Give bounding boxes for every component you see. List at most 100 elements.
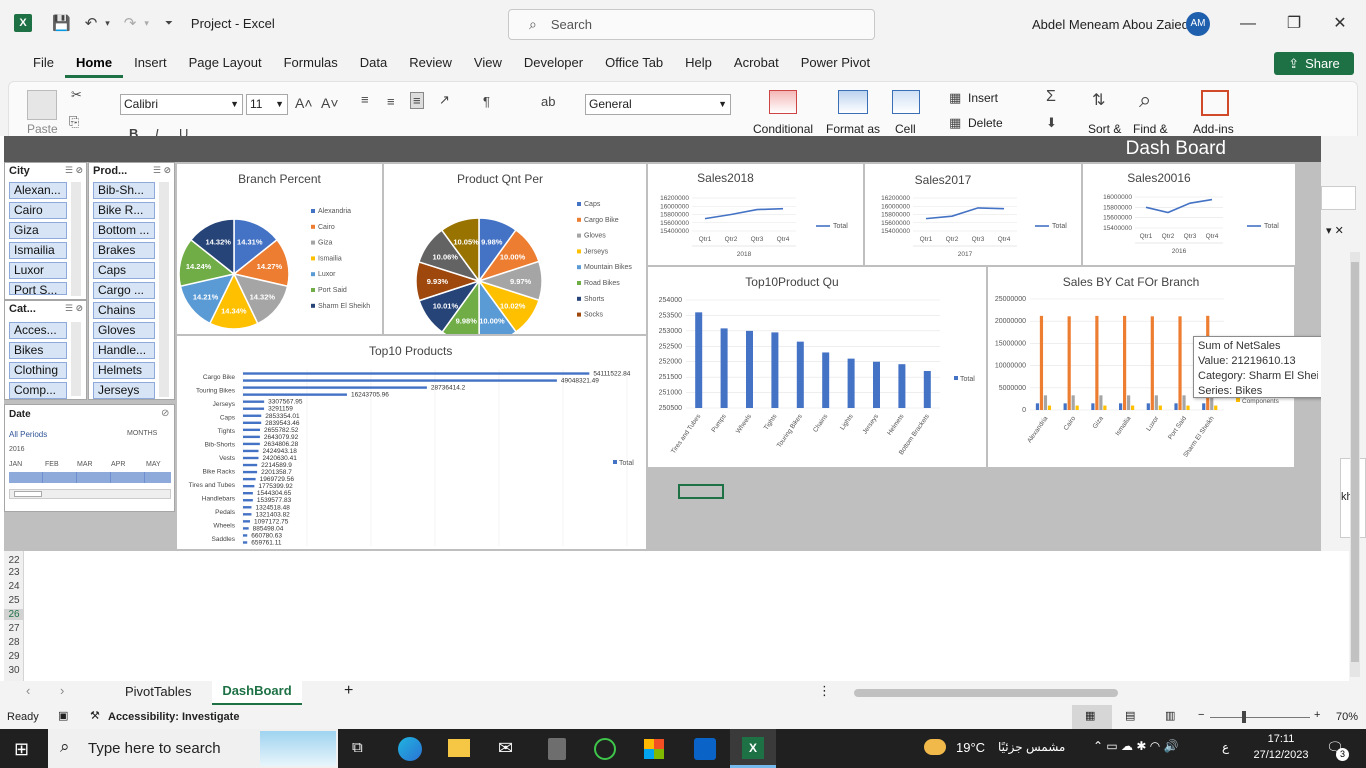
slicer-item-handlebars[interactable]: Handle...: [93, 342, 155, 359]
zoom-in-icon[interactable]: +: [1314, 709, 1320, 721]
tab-developer[interactable]: Developer: [513, 48, 594, 78]
taskbar-time[interactable]: 17:11: [1250, 733, 1312, 745]
slicer-item-accessories[interactable]: Acces...: [9, 322, 67, 339]
outlook-icon[interactable]: [694, 738, 716, 760]
paste-label[interactable]: Paste: [27, 122, 58, 136]
autosum-icon[interactable]: Σ: [1046, 88, 1056, 106]
sales2016-panel[interactable]: Sales20016 16000000 15800000 15600000 15400…: [1083, 164, 1295, 265]
font-name-combo[interactable]: Calibri ▼: [120, 94, 243, 115]
date-timeline[interactable]: Date ⊘ All Periods MONTHS 2016 JAN FEB M…: [4, 404, 175, 512]
whatsapp-icon[interactable]: [594, 738, 616, 760]
tab-splitter-icon[interactable]: ⋮: [818, 683, 831, 699]
customize-qat-icon[interactable]: ⏷: [165, 18, 173, 29]
accessibility-icon[interactable]: ⚒: [90, 709, 100, 722]
branch-percent-panel[interactable]: Branch Percent 14.31% 14.27% 14.32% 14.34% 1…: [177, 164, 382, 334]
excel-taskbar-button[interactable]: X: [730, 729, 776, 768]
addins-icon[interactable]: [1201, 90, 1229, 116]
save-icon[interactable]: 💾: [52, 14, 71, 32]
align-middle-icon[interactable]: ≡: [387, 94, 395, 109]
pane-controls[interactable]: ▾ ✕: [1326, 224, 1366, 242]
task-view-icon[interactable]: ⧉: [352, 739, 363, 756]
row-header[interactable]: 22: [4, 555, 24, 566]
worksheet-grid[interactable]: 22 23 24 25 26 27 28 29 30: [4, 551, 1349, 681]
sort-filter-icon[interactable]: ⇅: [1092, 90, 1105, 110]
tab-help[interactable]: Help: [674, 48, 723, 78]
slicer-item-bike-racks[interactable]: Bike R...: [93, 202, 155, 219]
zoom-slider[interactable]: [1210, 717, 1310, 718]
zoom-out-icon[interactable]: −: [1198, 709, 1204, 721]
sales2018-line-chart[interactable]: 1620000016000000 158000001560000015400000…: [648, 164, 863, 265]
format-as-table-label[interactable]: Format as: [826, 122, 880, 136]
sheet-tab-dashboard[interactable]: DashBoard: [212, 681, 302, 705]
share-button[interactable]: ⇪ Share: [1274, 52, 1354, 75]
horizontal-scrollbar[interactable]: [842, 687, 1342, 699]
timeline-scroll-thumb[interactable]: [14, 491, 42, 497]
row-header[interactable]: 25: [4, 595, 24, 606]
slicer-item-caps[interactable]: Caps: [93, 262, 155, 279]
redo-dropdown-icon[interactable]: ▾: [144, 18, 149, 29]
clear-filter-icon[interactable]: ☰ ⊘: [65, 303, 83, 314]
slicer-item-bikes[interactable]: Bikes: [9, 342, 67, 359]
conditional-format-icon[interactable]: [769, 90, 797, 114]
tab-power-pivot[interactable]: Power Pivot: [790, 48, 881, 78]
delete-cells-icon[interactable]: ▦: [949, 115, 961, 131]
category-slicer[interactable]: Cat... ☰ ⊘ Acces... Bikes Clothing Comp..…: [4, 300, 87, 400]
timeline-level[interactable]: MONTHS: [127, 430, 157, 437]
row-header[interactable]: 26: [4, 609, 24, 620]
slicer-item-gloves[interactable]: Gloves: [93, 322, 155, 339]
tab-formulas[interactable]: Formulas: [273, 48, 349, 78]
file-explorer-icon[interactable]: [448, 739, 470, 757]
input-language[interactable]: ع: [1222, 740, 1229, 754]
font-size-combo[interactable]: 11 ▼: [246, 94, 288, 115]
search-box[interactable]: ⌕ Search: [508, 9, 875, 40]
row-header[interactable]: 27: [4, 623, 24, 634]
row-header[interactable]: 28: [4, 637, 24, 648]
horizontal-scroll-thumb[interactable]: [854, 689, 1118, 697]
zoom-thumb[interactable]: [1242, 711, 1246, 723]
cell-styles-label[interactable]: Cell: [895, 122, 916, 136]
wrap-text-icon[interactable]: ab: [541, 94, 555, 109]
redo-icon[interactable]: ↷: [124, 14, 137, 32]
timeline-bar[interactable]: [9, 472, 171, 483]
row-header[interactable]: 30: [4, 665, 24, 676]
align-top-icon[interactable]: ≡: [361, 92, 369, 107]
slicer-item-port-said[interactable]: Port S...: [9, 282, 67, 295]
product-qnt-panel[interactable]: Product Qnt Per 9.98% 10.00% 9.97% 10.02% 10…: [384, 164, 646, 334]
sales2018-panel[interactable]: Sales2018 16200000 16000000 15800000 156000…: [648, 164, 863, 265]
find-select-icon[interactable]: ⌕: [1139, 87, 1151, 113]
weather-temp[interactable]: 19°C: [956, 740, 985, 755]
product-slicer[interactable]: Prod... ☰ ⊘ Bib-Sh... Bike R... Bottom ..…: [88, 162, 175, 400]
slicer-scrollbar[interactable]: [71, 182, 81, 296]
delete-cells-label[interactable]: Delete: [968, 116, 1003, 130]
next-sheet-icon[interactable]: ›: [60, 683, 64, 698]
orientation-icon[interactable]: ↗: [439, 92, 450, 108]
tab-acrobat[interactable]: Acrobat: [723, 48, 790, 78]
page-break-view-icon[interactable]: ▥: [1165, 709, 1175, 722]
taskbar-search[interactable]: ⌕ Type here to search: [48, 729, 338, 768]
add-sheet-icon[interactable]: +: [344, 682, 353, 700]
clear-filter-icon[interactable]: ⊘: [161, 408, 169, 419]
sort-filter-label[interactable]: Sort &: [1088, 122, 1121, 136]
avatar[interactable]: AM: [1186, 12, 1210, 36]
slicer-item-bottom-brackets[interactable]: Bottom ...: [93, 222, 155, 239]
sales2017-line-chart[interactable]: 1620000016000000 158000001560000015400000…: [865, 164, 1081, 265]
minimize-icon[interactable]: —: [1228, 10, 1268, 38]
tab-insert[interactable]: Insert: [123, 48, 178, 78]
zoom-level[interactable]: 70%: [1336, 711, 1358, 723]
sales2017-panel[interactable]: Sales2017 16200000 16000000 15800000 156000…: [865, 164, 1081, 265]
fill-icon[interactable]: ⬇: [1046, 115, 1057, 131]
edge-icon[interactable]: [398, 737, 422, 761]
slicer-item-cairo[interactable]: Cairo: [9, 202, 67, 219]
weather-text[interactable]: مشمس جزئيًا: [998, 740, 1065, 754]
undo-icon[interactable]: ↶: [85, 14, 98, 32]
tray-icons[interactable]: ⌃ ▭ ☁ ✱ ◠ 🔊: [1093, 739, 1179, 753]
slicer-scrollbar[interactable]: [159, 182, 169, 397]
city-slicer[interactable]: City ☰ ⊘ Alexan... Cairo Giza Ismailia Lu…: [4, 162, 87, 300]
slicer-item-giza[interactable]: Giza: [9, 222, 67, 239]
undo-dropdown-icon[interactable]: ▾: [105, 18, 110, 29]
row-header[interactable]: 29: [4, 651, 24, 662]
top10-product-qu-panel[interactable]: Top10Product Qu 254000 253500 253000 252500…: [648, 267, 986, 467]
tab-page-layout[interactable]: Page Layout: [178, 48, 273, 78]
close-icon[interactable]: ✕: [1320, 10, 1360, 38]
page-layout-view-icon[interactable]: ▤: [1125, 709, 1135, 722]
